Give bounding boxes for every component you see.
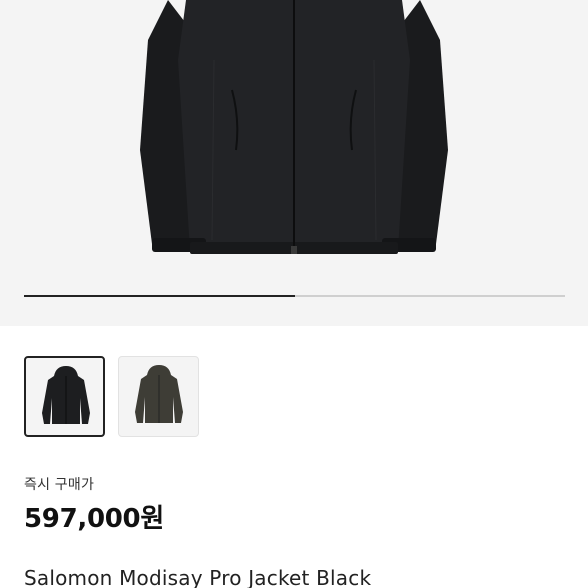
thumbnail-black[interactable] (24, 356, 105, 437)
product-image-carousel[interactable] (0, 0, 588, 326)
product-title: Salomon Modisay Pro Jacket Black (24, 566, 372, 588)
carousel-progress-fill (24, 295, 295, 297)
carousel-progress-track (24, 295, 565, 297)
instant-buy-label: 즉시 구매가 (24, 477, 95, 493)
jacket-main-image (140, 0, 448, 254)
thumbnail-list (24, 356, 199, 437)
thumbnail-olive[interactable] (118, 356, 199, 437)
price-value: 597,000원 (24, 504, 164, 534)
